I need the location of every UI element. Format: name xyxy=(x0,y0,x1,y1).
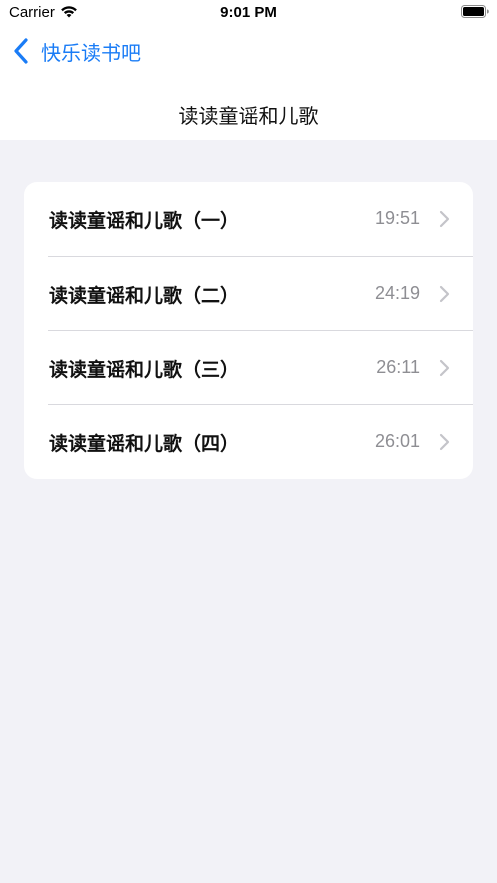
list-item-title: 读读童谣和儿歌（二） xyxy=(49,285,240,307)
list-item-duration: 19:51 xyxy=(374,208,420,228)
chevron-right-icon xyxy=(439,285,450,303)
list-item-title: 读读童谣和儿歌（一） xyxy=(49,210,240,232)
list-item[interactable]: 读读童谣和儿歌（三） 26:11 xyxy=(24,331,473,405)
chapter-list: 读读童谣和儿歌（一） 19:51 读读童谣和儿歌（二） 24:19 读读童谣和儿… xyxy=(24,182,473,479)
list-item-duration: 26:01 xyxy=(374,431,420,451)
list-item-duration: 24:19 xyxy=(374,283,420,303)
page-title: 读读童谣和儿歌 xyxy=(178,104,319,128)
chevron-left-icon xyxy=(14,38,28,64)
list-item-title: 读读童谣和儿歌（四） xyxy=(49,433,240,455)
list-item-title: 读读童谣和儿歌（三） xyxy=(49,359,240,381)
battery-icon xyxy=(461,5,489,18)
chevron-right-icon xyxy=(439,359,450,377)
list-item[interactable]: 读读童谣和儿歌（一） 19:51 xyxy=(24,182,473,256)
chevron-right-icon xyxy=(439,433,450,451)
list-item[interactable]: 读读童谣和儿歌（二） 24:19 xyxy=(24,257,473,331)
status-time: 9:01 PM xyxy=(220,4,277,21)
navigation-header: Carrier 9:01 PM 快乐读书吧 读读童谣和儿歌 xyxy=(0,0,497,140)
list-item[interactable]: 读读童谣和儿歌（四） 26:01 xyxy=(24,405,473,479)
chevron-right-icon xyxy=(439,210,450,228)
status-bar: Carrier 9:01 PM xyxy=(0,0,497,26)
list-item-duration: 26:11 xyxy=(376,357,420,377)
back-button-label: 快乐读书吧 xyxy=(41,40,141,65)
back-button[interactable]: 快乐读书吧 xyxy=(12,35,141,67)
